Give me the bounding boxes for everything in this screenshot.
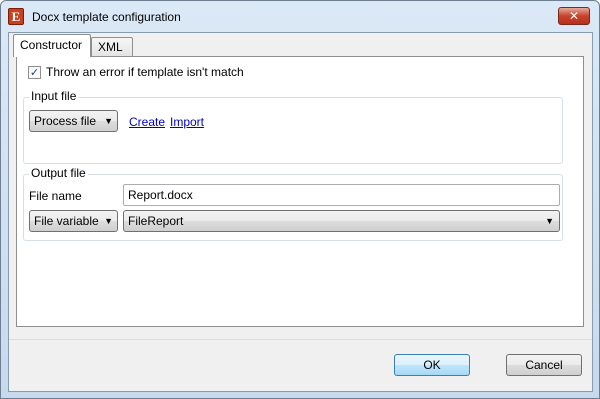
- close-icon: ✕: [568, 9, 580, 23]
- ok-button[interactable]: OK: [394, 354, 470, 376]
- tab-label: Constructor: [20, 38, 83, 52]
- output-mode-select[interactable]: File variable ▼: [29, 210, 118, 232]
- create-link[interactable]: Create: [129, 115, 165, 129]
- import-link[interactable]: Import: [170, 115, 204, 129]
- file-name-input[interactable]: Report.docx: [123, 184, 560, 206]
- close-button[interactable]: ✕: [558, 7, 590, 25]
- title-bar[interactable]: E Docx template configuration ✕: [1, 1, 599, 33]
- file-variable-value: FileReport: [128, 214, 184, 228]
- input-mode-select[interactable]: Process file ▼: [29, 110, 118, 132]
- tab-label: XML: [98, 40, 123, 54]
- chevron-down-icon: ▼: [104, 216, 113, 226]
- footer-divider: [9, 339, 592, 340]
- dialog-window: E Docx template configuration ✕ Construc…: [0, 0, 600, 399]
- dialog-client-area: Constructor XML ✓ Throw an error if temp…: [8, 32, 593, 392]
- app-icon: E: [8, 8, 24, 25]
- input-file-group: Input file Process file ▼ Create Import: [23, 89, 563, 164]
- chevron-down-icon: ▼: [104, 116, 113, 126]
- file-name-label: File name: [29, 189, 82, 203]
- window-title: Docx template configuration: [32, 10, 181, 24]
- file-variable-select[interactable]: FileReport ▼: [123, 210, 560, 232]
- output-mode-value: File variable: [34, 214, 99, 228]
- input-mode-value: Process file: [34, 114, 97, 128]
- checkmark-icon: ✓: [29, 66, 40, 79]
- tab-xml[interactable]: XML: [91, 37, 133, 57]
- tab-constructor[interactable]: Constructor: [13, 34, 91, 57]
- throw-error-label[interactable]: Throw an error if template isn't match: [46, 65, 244, 79]
- throw-error-checkbox[interactable]: ✓: [28, 66, 41, 79]
- output-file-legend: Output file: [29, 166, 88, 180]
- cancel-button[interactable]: Cancel: [506, 354, 582, 376]
- output-file-group: Output file File name Report.docx File v…: [23, 166, 563, 241]
- input-file-legend: Input file: [29, 89, 79, 103]
- chevron-down-icon: ▼: [545, 216, 554, 226]
- constructor-panel: ✓ Throw an error if template isn't match…: [16, 56, 584, 327]
